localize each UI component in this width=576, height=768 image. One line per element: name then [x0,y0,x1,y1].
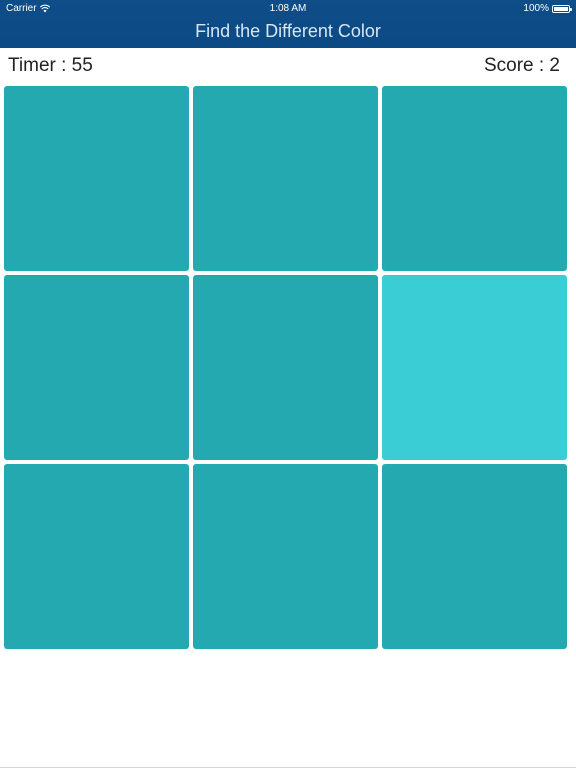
color-tile-4[interactable] [4,275,189,460]
battery-fill [554,6,568,11]
color-tile-8[interactable] [193,464,378,649]
battery-percent: 100% [523,3,549,14]
score-display: Score : 2 [483,55,560,76]
timer-display: Timer : 55 [8,55,93,76]
battery-icon [552,4,572,13]
color-tile-9[interactable] [382,464,567,649]
page-title: Find the Different Color [195,21,381,41]
battery-indicator: 100% [523,0,572,17]
game-hud: Timer : 55 Score : 2 [0,55,576,81]
color-tile-6[interactable] [382,275,567,460]
status-bar: Carrier 1:08 AM 100% [0,0,576,17]
color-tile-2[interactable] [193,86,378,271]
color-tile-3[interactable] [382,86,567,271]
color-tile-7[interactable] [4,464,189,649]
color-tile-1[interactable] [4,86,189,271]
color-tile-5[interactable] [193,275,378,460]
status-clock: 1:08 AM [269,3,307,14]
navigation-bar: Carrier 1:08 AM 100% Find the Different … [0,0,576,48]
color-grid [4,86,567,649]
